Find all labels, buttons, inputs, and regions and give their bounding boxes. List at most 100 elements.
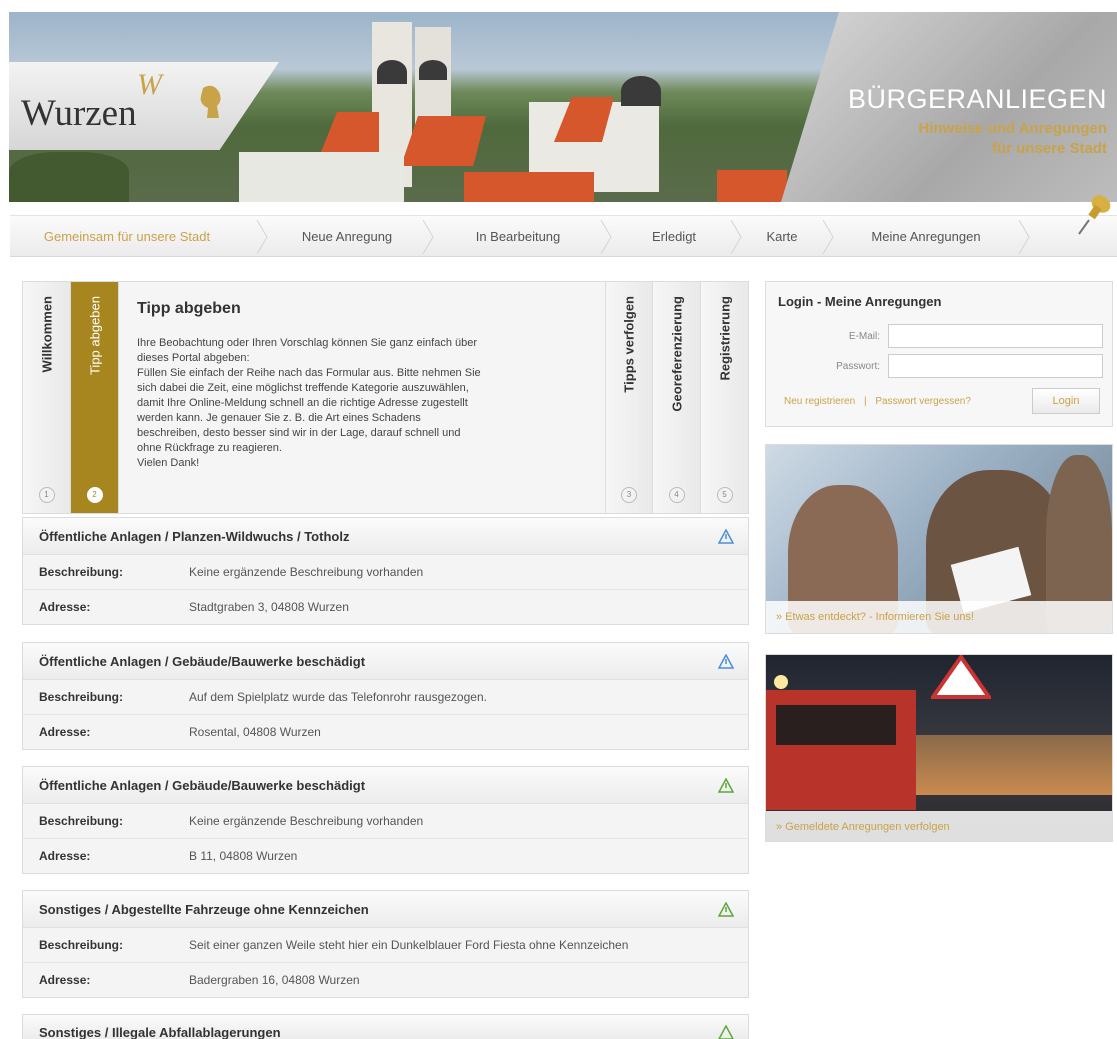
report-entry[interactable]: Öffentliche Anlagen / Gebäude/Bauwerke b… <box>22 642 749 750</box>
header-subtitle-1: Hinweise und Anregungen <box>918 120 1107 137</box>
password-field[interactable] <box>888 354 1103 378</box>
tab-number: 1 <box>38 487 55 503</box>
promo-caption[interactable]: » Gemeldete Anregungen verfolgen <box>766 811 1112 841</box>
tip-tabs: Willkommen 1 Tipp abgeben 2 Tipp abgeben… <box>22 281 749 514</box>
addr-value: Rosental, 04808 Wurzen <box>189 725 321 739</box>
promo-caption[interactable]: » Etwas entdeckt? - Informieren Sie uns! <box>766 601 1112 633</box>
report-desc-row: Beschreibung: Keine ergänzende Beschreibu… <box>23 804 748 839</box>
tab-number: 2 <box>86 487 103 503</box>
tab-label: Willkommen <box>39 296 54 373</box>
tab-registrierung[interactable]: Registrierung 5 <box>701 282 748 513</box>
tab-tipps-verfolgen[interactable]: Tipps verfolgen 3 <box>605 282 653 513</box>
tab-georeferenzierung[interactable]: Georeferenzierung 4 <box>653 282 701 513</box>
addr-label: Adresse: <box>39 973 91 987</box>
tab-content-title: Tipp abgeben <box>137 300 241 317</box>
report-entry[interactable]: Öffentliche Anlagen / Gebäude/Bauwerke b… <box>22 766 749 874</box>
promo-report[interactable]: » Etwas entdeckt? - Informieren Sie uns! <box>765 444 1113 634</box>
nav-item-karte[interactable]: Karte <box>744 216 820 258</box>
logo-monogram-icon: W <box>137 68 162 101</box>
house <box>239 152 404 202</box>
tab-label: Registrierung <box>717 296 732 381</box>
report-addr-row: Adresse: Rosental, 04808 Wurzen <box>23 715 748 750</box>
tab-content-text: Ihre Beobachtung oder Ihren Vorschlag kö… <box>137 337 481 469</box>
report-addr-row: Adresse: B 11, 04808 Wurzen <box>23 839 748 874</box>
link-separator: | <box>863 396 867 407</box>
page: BÜRGERANLIEGEN Hinweise und Anregungen f… <box>0 0 1117 1039</box>
report-addr-row: Adresse: Stadtgraben 3, 04808 Wurzen <box>23 590 748 625</box>
warning-icon <box>718 1025 734 1039</box>
nav-separator-icon <box>822 220 834 254</box>
addr-label: Adresse: <box>39 600 91 614</box>
trees <box>9 152 129 202</box>
addr-value: Stadtgraben 3, 04808 Wurzen <box>189 600 349 614</box>
nav-separator-icon <box>256 220 268 254</box>
nav-item-neue-anregung[interactable]: Neue Anregung <box>272 216 422 258</box>
addr-value: Badergraben 16, 04808 Wurzen <box>189 973 360 987</box>
report-title: Öffentliche Anlagen / Gebäude/Bauwerke b… <box>39 654 366 669</box>
login-button[interactable]: Login <box>1032 388 1100 414</box>
nav-item-gemeinsam[interactable]: Gemeinsam für unsere Stadt <box>14 216 240 258</box>
register-link[interactable]: Neu registrieren <box>784 396 855 407</box>
street-light <box>774 675 788 689</box>
roof <box>401 116 486 166</box>
login-title: Login - Meine Anregungen <box>778 294 942 309</box>
roof <box>464 172 594 202</box>
report-title: Sonstiges / Abgestellte Fahrzeuge ohne K… <box>39 902 369 917</box>
tab-number: 4 <box>668 487 685 503</box>
report-title-row: Sonstiges / Abgestellte Fahrzeuge ohne K… <box>23 891 748 928</box>
tab-willkommen[interactable]: Willkommen 1 <box>23 282 71 513</box>
tab-label: Georeferenzierung <box>669 296 684 412</box>
promo-track[interactable]: » Gemeldete Anregungen verfolgen <box>765 654 1113 842</box>
truck-window <box>776 705 896 745</box>
login-box: Login - Meine Anregungen E-Mail: Passwor… <box>765 281 1113 427</box>
addr-value: B 11, 04808 Wurzen <box>189 849 298 863</box>
logo-portrait-icon <box>200 85 221 118</box>
tab-label: Tipps verfolgen <box>621 296 637 393</box>
nav-separator-icon <box>730 220 742 254</box>
barrier <box>916 735 1112 795</box>
tower-cap-left <box>377 60 407 84</box>
tab-number: 5 <box>716 487 733 503</box>
main-nav: Gemeinsam für unsere Stadt Neue Anregung… <box>10 215 1117 257</box>
warning-icon <box>718 902 734 917</box>
tab-number: 3 <box>621 487 637 503</box>
warning-icon <box>718 654 734 669</box>
nav-item-in-bearbeitung[interactable]: In Bearbeitung <box>438 216 598 258</box>
report-title: Öffentliche Anlagen / Gebäude/Bauwerke b… <box>39 778 366 793</box>
desc-value: Seit einer ganzen Weile steht hier ein D… <box>189 938 629 952</box>
nav-separator-icon <box>422 220 434 254</box>
warning-icon <box>718 529 734 544</box>
report-entry[interactable]: Sonstiges / Illegale Abfallablagerungen <box>22 1014 749 1039</box>
addr-label: Adresse: <box>39 725 91 739</box>
road-sign-icon <box>931 655 991 699</box>
tab-content: Tipp abgeben Ihre Beobachtung oder Ihren… <box>119 282 605 513</box>
login-links: Neu registrieren | Passwort vergessen? <box>784 396 971 407</box>
email-field[interactable] <box>888 324 1103 348</box>
desc-value: Keine ergänzende Beschreibung vorhanden <box>189 814 424 828</box>
report-entry[interactable]: Sonstiges / Abgestellte Fahrzeuge ohne K… <box>22 890 749 998</box>
forgot-password-link[interactable]: Passwort vergessen? <box>875 396 971 407</box>
report-title: Öffentliche Anlagen / Planzen-Wildwuchs … <box>39 529 350 544</box>
desc-label: Beschreibung: <box>39 690 124 704</box>
report-title-row: Öffentliche Anlagen / Gebäude/Bauwerke b… <box>23 643 748 680</box>
report-addr-row: Adresse: Badergraben 16, 04808 Wurzen <box>23 963 748 998</box>
tab-label: Tipp abgeben <box>87 296 102 376</box>
report-entry[interactable]: Öffentliche Anlagen / Planzen-Wildwuchs … <box>22 517 749 625</box>
nav-item-meine-anregungen[interactable]: Meine Anregungen <box>836 216 1016 258</box>
header-banner: BÜRGERANLIEGEN Hinweise und Anregungen f… <box>9 12 1117 202</box>
desc-value: Keine ergänzende Beschreibung vorhanden <box>189 565 424 579</box>
castle-dome <box>621 76 661 106</box>
report-title-row: Öffentliche Anlagen / Gebäude/Bauwerke b… <box>23 767 748 804</box>
email-label: E-Mail: <box>848 331 880 342</box>
report-desc-row: Beschreibung: Keine ergänzende Beschreibu… <box>23 555 748 590</box>
nav-item-erledigt[interactable]: Erledigt <box>614 216 734 258</box>
warning-icon <box>718 778 734 793</box>
addr-label: Adresse: <box>39 849 91 863</box>
password-label: Passwort: <box>836 361 880 372</box>
report-desc-row: Beschreibung: Seit einer ganzen Weile ste… <box>23 928 748 963</box>
desc-label: Beschreibung: <box>39 814 124 828</box>
tab-tipp-abgeben[interactable]: Tipp abgeben 2 <box>71 282 119 513</box>
report-title-row: Öffentliche Anlagen / Planzen-Wildwuchs … <box>23 518 748 555</box>
header-title: BÜRGERANLIEGEN <box>847 84 1107 114</box>
roof <box>319 112 379 157</box>
